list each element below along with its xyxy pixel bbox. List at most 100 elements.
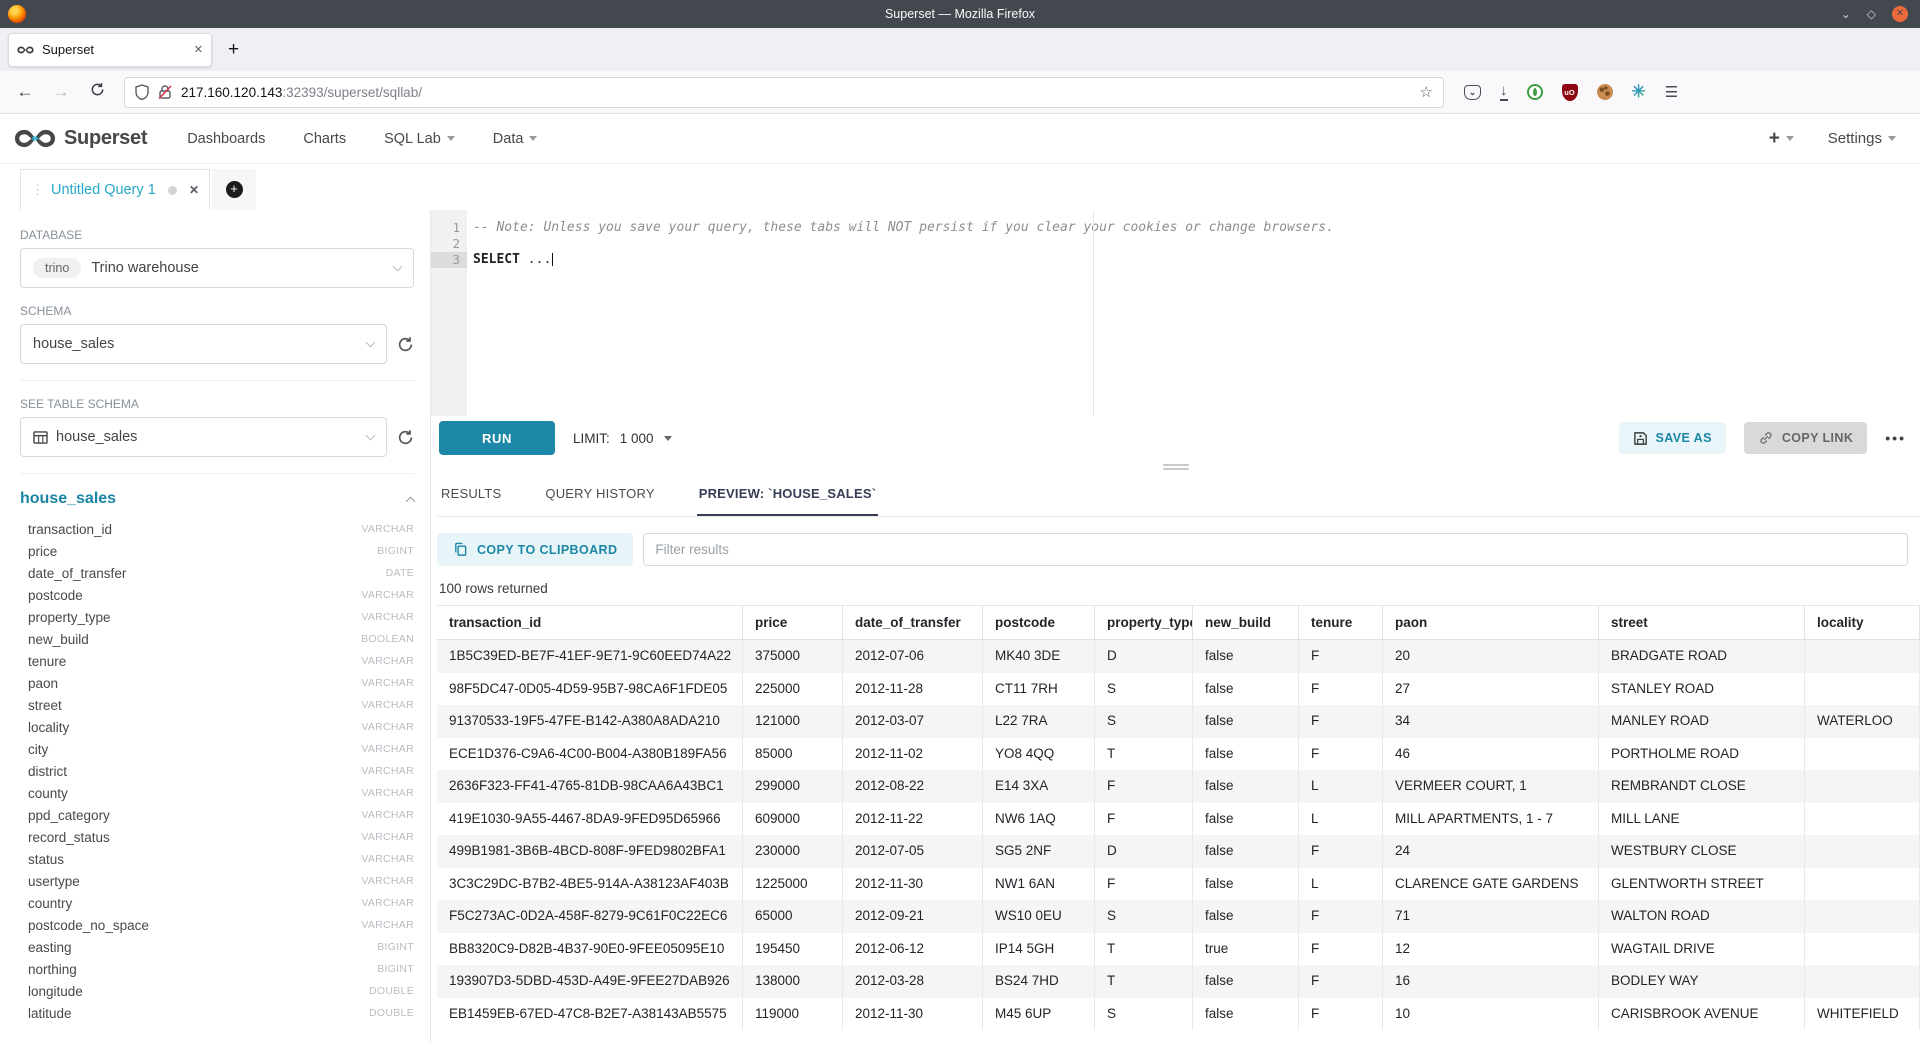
window-close-icon[interactable]: ✕ bbox=[1892, 6, 1908, 22]
column-name: city bbox=[28, 742, 361, 757]
schema-column-row[interactable]: date_of_transfer DATE bbox=[20, 562, 414, 584]
table-row[interactable]: BB8320C9-D82B-4B37-90E0-9FEE05095E101954… bbox=[437, 933, 1920, 966]
save-icon bbox=[1633, 431, 1648, 446]
column-header[interactable]: new_build bbox=[1193, 606, 1299, 640]
schema-column-row[interactable]: city VARCHAR bbox=[20, 738, 414, 760]
tab-close-icon[interactable]: ✕ bbox=[194, 43, 203, 56]
column-header[interactable]: street bbox=[1599, 606, 1805, 640]
table-row[interactable]: EB1459EB-67ED-47C8-B2E7-A38143AB55751190… bbox=[437, 998, 1920, 1031]
pane-splitter[interactable] bbox=[431, 460, 1920, 474]
database-select[interactable]: trino Trino warehouse bbox=[20, 248, 414, 288]
schema-column-row[interactable]: postcode VARCHAR bbox=[20, 584, 414, 606]
shield-icon[interactable] bbox=[135, 84, 149, 100]
schema-column-row[interactable]: northing BIGINT bbox=[20, 958, 414, 980]
insecure-lock-icon[interactable] bbox=[157, 84, 173, 100]
settings-menu[interactable]: Settings bbox=[1828, 130, 1896, 147]
schema-column-row[interactable]: postcode_no_space VARCHAR bbox=[20, 914, 414, 936]
table-row[interactable]: F5C273AC-0D2A-458F-8279-9C61F0C22EC66500… bbox=[437, 900, 1920, 933]
tab-preview-house-sales[interactable]: PREVIEW: `HOUSE_SALES` bbox=[697, 474, 879, 516]
superset-brand[interactable]: Superset bbox=[14, 127, 147, 150]
table-row[interactable]: 419E1030-9A55-4467-8DA9-9FED95D659666090… bbox=[437, 803, 1920, 836]
back-icon[interactable]: ← bbox=[10, 82, 40, 102]
extension-asterisk-icon[interactable]: ✳ bbox=[1632, 82, 1646, 102]
table-row[interactable]: 98F5DC47-0D05-4D59-95B7-98CA6F1FDE052250… bbox=[437, 673, 1920, 706]
filter-results-input[interactable] bbox=[643, 533, 1908, 566]
column-header[interactable]: locality bbox=[1805, 606, 1920, 640]
limit-dropdown[interactable]: LIMIT: 1 000 bbox=[573, 431, 672, 446]
schema-column-row[interactable]: ppd_category VARCHAR bbox=[20, 804, 414, 826]
schema-column-row[interactable]: usertype VARCHAR bbox=[20, 870, 414, 892]
nav-sql-lab[interactable]: SQL Lab bbox=[384, 131, 455, 147]
schema-column-row[interactable]: record_status VARCHAR bbox=[20, 826, 414, 848]
schema-column-row[interactable]: country VARCHAR bbox=[20, 892, 414, 914]
table-row[interactable]: 499B1981-3B6B-4BCD-808F-9FED9802BFA12300… bbox=[437, 835, 1920, 868]
sql-editor[interactable]: 1 2 3 -- Note: Unless you save your quer… bbox=[431, 210, 1920, 416]
window-minimize-icon[interactable]: ⌄ bbox=[1841, 8, 1851, 20]
schema-table-name[interactable]: house_sales bbox=[20, 490, 407, 508]
table-cell: 195450 bbox=[743, 933, 843, 966]
table-row[interactable]: 193907D3-5DBD-453D-A49E-9FEE27DAB9261380… bbox=[437, 965, 1920, 998]
collapse-caret-icon[interactable] bbox=[406, 496, 416, 506]
query-tab[interactable]: ⋮ Untitled Query 1 ✕ bbox=[20, 169, 210, 210]
schema-column-row[interactable]: easting BIGINT bbox=[20, 936, 414, 958]
column-header[interactable]: paon bbox=[1383, 606, 1599, 640]
refresh-table-icon[interactable] bbox=[397, 429, 414, 446]
column-header[interactable]: tenure bbox=[1299, 606, 1383, 640]
schema-column-row[interactable]: paon VARCHAR bbox=[20, 672, 414, 694]
table-row[interactable]: 3C3C29DC-B7B2-4BE5-914A-A38123AF403B1225… bbox=[437, 868, 1920, 901]
column-header[interactable]: property_type bbox=[1095, 606, 1193, 640]
schema-column-row[interactable]: property_type VARCHAR bbox=[20, 606, 414, 628]
schema-column-row[interactable]: tenure VARCHAR bbox=[20, 650, 414, 672]
browser-tab[interactable]: Superset ✕ bbox=[8, 33, 212, 67]
table-row[interactable]: ECE1D376-C9A6-4C00-B004-A380B189FA568500… bbox=[437, 738, 1920, 771]
schema-column-row[interactable]: status VARCHAR bbox=[20, 848, 414, 870]
schema-column-row[interactable]: locality VARCHAR bbox=[20, 716, 414, 738]
table-row[interactable]: 91370533-19F5-47FE-B142-A380A8ADA2101210… bbox=[437, 705, 1920, 738]
menu-icon[interactable]: ☰ bbox=[1665, 85, 1678, 100]
bookmark-star-icon[interactable]: ☆ bbox=[1420, 83, 1433, 101]
schema-column-row[interactable]: street VARCHAR bbox=[20, 694, 414, 716]
schema-column-row[interactable]: latitude DOUBLE bbox=[20, 1002, 414, 1024]
forward-icon[interactable]: → bbox=[46, 82, 76, 102]
nav-dashboards[interactable]: Dashboards bbox=[187, 131, 265, 147]
editor-code[interactable]: -- Note: Unless you save your query, the… bbox=[467, 210, 1920, 416]
schema-column-row[interactable]: district VARCHAR bbox=[20, 760, 414, 782]
schema-column-row[interactable]: longitude DOUBLE bbox=[20, 980, 414, 1002]
column-header[interactable]: transaction_id bbox=[437, 606, 743, 640]
query-tab-close-icon[interactable]: ✕ bbox=[189, 183, 199, 197]
tab-results[interactable]: RESULTS bbox=[439, 474, 503, 516]
nav-charts[interactable]: Charts bbox=[303, 131, 346, 147]
cookie-extension-icon[interactable] bbox=[1597, 84, 1613, 100]
url-bar[interactable]: 217.160.120.143:32393/superset/sqllab/ ☆ bbox=[124, 77, 1444, 108]
refresh-schema-icon[interactable] bbox=[397, 336, 414, 353]
add-query-tab-button[interactable]: + bbox=[212, 169, 256, 210]
tab-query-history[interactable]: QUERY HISTORY bbox=[543, 474, 656, 516]
column-header[interactable]: date_of_transfer bbox=[843, 606, 983, 640]
ublock-icon[interactable]: uO bbox=[1562, 84, 1578, 101]
schema-column-row[interactable]: price BIGINT bbox=[20, 540, 414, 562]
extension-green-icon[interactable] bbox=[1527, 84, 1543, 100]
column-header[interactable]: postcode bbox=[983, 606, 1095, 640]
drag-dots-icon[interactable]: ⋮ bbox=[31, 182, 43, 198]
table-row[interactable]: 1B5C39ED-BE7F-41EF-9E71-9C60EED74A223750… bbox=[437, 640, 1920, 673]
new-shortcut-button[interactable]: + bbox=[1769, 128, 1794, 150]
copy-link-button[interactable]: COPY LINK bbox=[1744, 422, 1867, 454]
table-select[interactable]: house_sales bbox=[20, 417, 387, 457]
schema-column-row[interactable]: transaction_id VARCHAR bbox=[20, 518, 414, 540]
pocket-icon[interactable]: ⌄ bbox=[1464, 85, 1481, 100]
window-maximize-icon[interactable]: ◇ bbox=[1867, 8, 1876, 20]
table-cell: 299000 bbox=[743, 770, 843, 803]
download-icon[interactable]: ↓ bbox=[1500, 83, 1508, 101]
copy-to-clipboard-button[interactable]: COPY TO CLIPBOARD bbox=[437, 533, 633, 566]
table-row[interactable]: 2636F323-FF41-4765-81DB-98CAA6A43BC12990… bbox=[437, 770, 1920, 803]
save-as-button[interactable]: SAVE AS bbox=[1619, 422, 1726, 454]
schema-select[interactable]: house_sales bbox=[20, 324, 387, 364]
nav-data[interactable]: Data bbox=[493, 131, 538, 147]
run-button[interactable]: RUN bbox=[439, 421, 555, 455]
schema-column-row[interactable]: county VARCHAR bbox=[20, 782, 414, 804]
column-header[interactable]: price bbox=[743, 606, 843, 640]
reload-icon[interactable] bbox=[82, 82, 112, 102]
new-tab-icon[interactable]: + bbox=[228, 39, 239, 61]
more-actions-button[interactable]: ••• bbox=[1885, 430, 1906, 446]
schema-column-row[interactable]: new_build BOOLEAN bbox=[20, 628, 414, 650]
